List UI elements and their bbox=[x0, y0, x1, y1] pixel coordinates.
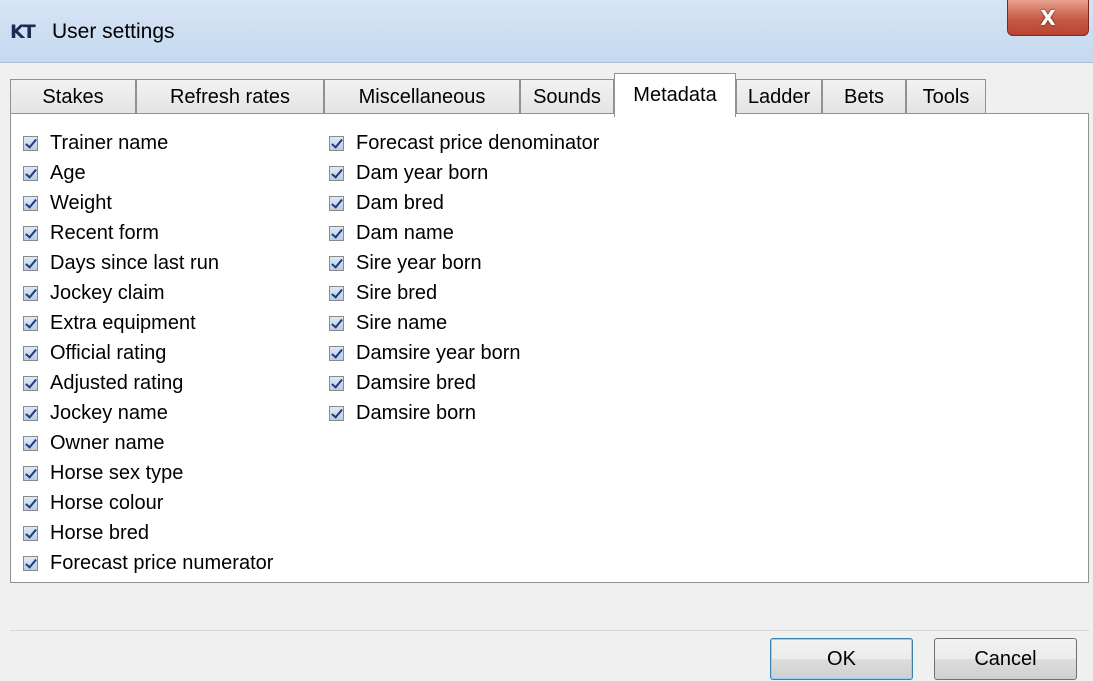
checkbox-check-icon bbox=[23, 225, 38, 241]
tab-sounds[interactable]: Sounds bbox=[520, 79, 614, 115]
checkbox-forecast-price-numerator[interactable]: Forecast price numerator bbox=[23, 548, 273, 578]
checkbox-jockey-name[interactable]: Jockey name bbox=[23, 398, 273, 428]
checkbox-check-icon bbox=[329, 225, 344, 241]
close-button[interactable]: X bbox=[1007, 0, 1089, 36]
dialog-body: Stakes Refresh rates Miscellaneous Sound… bbox=[0, 63, 1093, 681]
checkbox-check-icon bbox=[329, 135, 344, 151]
title-bar: KT User settings X bbox=[0, 0, 1093, 63]
checkbox-age[interactable]: Age bbox=[23, 158, 273, 188]
checkbox-weight[interactable]: Weight bbox=[23, 188, 273, 218]
checkbox-check-icon bbox=[23, 255, 38, 271]
checkbox-owner-name[interactable]: Owner name bbox=[23, 428, 273, 458]
tab-ladder[interactable]: Ladder bbox=[736, 79, 822, 115]
checkbox-check-icon bbox=[23, 525, 38, 541]
footer-divider bbox=[10, 630, 1089, 631]
checkbox-check-icon bbox=[329, 315, 344, 331]
checkbox-check-icon bbox=[329, 375, 344, 391]
checkbox-horse-bred[interactable]: Horse bred bbox=[23, 518, 273, 548]
cancel-button[interactable]: Cancel bbox=[934, 638, 1077, 680]
checkbox-adjusted-rating[interactable]: Adjusted rating bbox=[23, 368, 273, 398]
tab-bets[interactable]: Bets bbox=[822, 79, 906, 115]
checkbox-check-icon bbox=[23, 555, 38, 571]
checkbox-dam-year-born[interactable]: Dam year born bbox=[329, 158, 599, 188]
checkbox-check-icon bbox=[329, 195, 344, 211]
checkbox-days-since-last-run[interactable]: Days since last run bbox=[23, 248, 273, 278]
checkbox-sire-year-born[interactable]: Sire year born bbox=[329, 248, 599, 278]
checkbox-check-icon bbox=[23, 315, 38, 331]
checkbox-damsire-bred[interactable]: Damsire bred bbox=[329, 368, 599, 398]
ok-button[interactable]: OK bbox=[770, 638, 913, 680]
checkbox-label: Forecast price denominator bbox=[356, 131, 600, 154]
checkbox-label: Jockey name bbox=[50, 401, 168, 424]
checkbox-label: Dam bred bbox=[356, 191, 444, 214]
checkbox-forecast-price-denominator[interactable]: Forecast price denominator bbox=[329, 128, 599, 158]
tab-refresh-rates[interactable]: Refresh rates bbox=[136, 79, 324, 115]
window-title: User settings bbox=[52, 20, 175, 43]
metadata-column-1: Trainer name Age Weight Recent form Days… bbox=[23, 128, 273, 578]
checkbox-label: Dam name bbox=[356, 221, 454, 244]
checkbox-check-icon bbox=[23, 495, 38, 511]
checkbox-check-icon bbox=[329, 345, 344, 361]
checkbox-check-icon bbox=[23, 285, 38, 301]
checkbox-damsire-year-born[interactable]: Damsire year born bbox=[329, 338, 599, 368]
tab-tools[interactable]: Tools bbox=[906, 79, 986, 115]
checkbox-label: Dam year born bbox=[356, 161, 489, 184]
metadata-column-2: Forecast price denominator Dam year born… bbox=[329, 128, 599, 428]
checkbox-label: Age bbox=[50, 161, 86, 184]
checkbox-check-icon bbox=[23, 135, 38, 151]
checkbox-label: Sire bred bbox=[356, 281, 438, 304]
checkbox-damsire-born[interactable]: Damsire born bbox=[329, 398, 599, 428]
checkbox-label: Horse colour bbox=[50, 491, 164, 514]
metadata-panel: Trainer name Age Weight Recent form Days… bbox=[10, 113, 1089, 583]
checkbox-trainer-name[interactable]: Trainer name bbox=[23, 128, 273, 158]
checkbox-label: Trainer name bbox=[50, 131, 169, 154]
checkbox-check-icon bbox=[23, 435, 38, 451]
tab-miscellaneous[interactable]: Miscellaneous bbox=[324, 79, 520, 115]
checkbox-horse-sex-type[interactable]: Horse sex type bbox=[23, 458, 273, 488]
tab-strip: Stakes Refresh rates Miscellaneous Sound… bbox=[10, 73, 1090, 117]
checkbox-label: Damsire born bbox=[356, 401, 477, 424]
checkbox-label: Sire year born bbox=[356, 251, 482, 274]
checkbox-sire-name[interactable]: Sire name bbox=[329, 308, 599, 338]
checkbox-check-icon bbox=[329, 255, 344, 271]
checkbox-official-rating[interactable]: Official rating bbox=[23, 338, 273, 368]
checkbox-dam-bred[interactable]: Dam bred bbox=[329, 188, 599, 218]
app-icon: KT bbox=[10, 21, 36, 43]
checkbox-label: Adjusted rating bbox=[50, 371, 184, 394]
checkbox-label: Damsire bred bbox=[356, 371, 477, 394]
tab-stakes[interactable]: Stakes bbox=[10, 79, 136, 115]
checkbox-label: Days since last run bbox=[50, 251, 219, 274]
checkbox-check-icon bbox=[329, 405, 344, 421]
checkbox-label: Recent form bbox=[50, 221, 159, 244]
checkbox-label: Forecast price numerator bbox=[50, 551, 274, 574]
checkbox-label: Horse sex type bbox=[50, 461, 184, 484]
checkbox-label: Jockey claim bbox=[50, 281, 165, 304]
checkbox-jockey-claim[interactable]: Jockey claim bbox=[23, 278, 273, 308]
checkbox-horse-colour[interactable]: Horse colour bbox=[23, 488, 273, 518]
checkbox-label: Owner name bbox=[50, 431, 165, 454]
checkbox-label: Horse bred bbox=[50, 521, 149, 544]
checkbox-check-icon bbox=[23, 195, 38, 211]
checkbox-label: Extra equipment bbox=[50, 311, 196, 334]
checkbox-label: Official rating bbox=[50, 341, 167, 364]
checkbox-check-icon bbox=[329, 285, 344, 301]
checkbox-recent-form[interactable]: Recent form bbox=[23, 218, 273, 248]
tab-metadata[interactable]: Metadata bbox=[614, 73, 736, 117]
checkbox-label: Damsire year born bbox=[356, 341, 521, 364]
checkbox-check-icon bbox=[329, 165, 344, 181]
checkbox-check-icon bbox=[23, 465, 38, 481]
checkbox-extra-equipment[interactable]: Extra equipment bbox=[23, 308, 273, 338]
checkbox-check-icon bbox=[23, 165, 38, 181]
close-icon: X bbox=[1040, 5, 1056, 30]
checkbox-check-icon bbox=[23, 405, 38, 421]
checkbox-check-icon bbox=[23, 345, 38, 361]
checkbox-sire-bred[interactable]: Sire bred bbox=[329, 278, 599, 308]
checkbox-label: Sire name bbox=[356, 311, 448, 334]
checkbox-check-icon bbox=[23, 375, 38, 391]
checkbox-label: Weight bbox=[50, 191, 112, 214]
checkbox-dam-name[interactable]: Dam name bbox=[329, 218, 599, 248]
